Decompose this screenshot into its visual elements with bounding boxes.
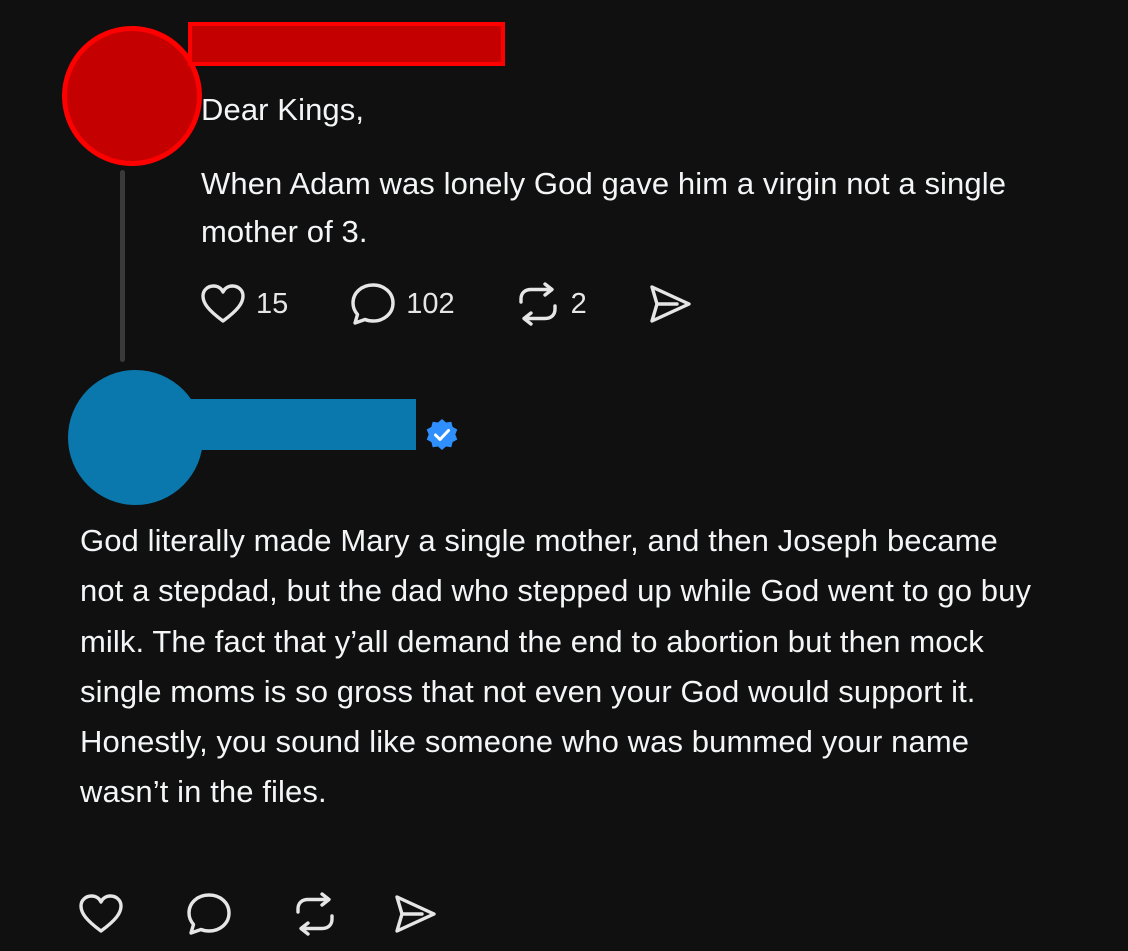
like-count: 15 <box>256 287 289 320</box>
reply-button[interactable]: 102 <box>350 282 455 326</box>
reply-text: God literally made Mary a single mother,… <box>80 523 1032 810</box>
post-body: When Adam was lonely God gave him a virg… <box>201 166 1007 249</box>
post-greeting: Dear Kings, <box>201 92 365 127</box>
comment-bubble-icon <box>187 893 231 935</box>
thread-connector-line <box>120 170 125 362</box>
reply-button[interactable] <box>186 892 232 936</box>
username-redacted[interactable] <box>190 399 416 450</box>
like-button[interactable]: 15 <box>200 283 288 325</box>
reply-count: 102 <box>406 287 455 320</box>
repost-arrows-icon <box>296 892 334 936</box>
comment-bubble-icon <box>351 283 395 325</box>
repost-arrows-icon <box>518 282 557 326</box>
repost-button[interactable] <box>292 892 338 936</box>
share-button[interactable] <box>647 283 693 325</box>
repost-button[interactable]: 2 <box>515 282 587 326</box>
heart-icon <box>79 894 123 933</box>
share-button[interactable] <box>392 893 438 935</box>
like-button[interactable] <box>78 893 124 935</box>
reply-actions <box>78 888 438 940</box>
username-redacted[interactable] <box>188 22 505 66</box>
send-icon <box>650 285 691 323</box>
post-actions: 15 102 2 <box>200 280 693 328</box>
avatar-redacted[interactable] <box>62 26 202 166</box>
send-icon <box>395 895 436 933</box>
post-text: Dear Kings, When Adam was lonely God gav… <box>201 86 1081 256</box>
repost-count: 2 <box>570 287 587 320</box>
verified-badge-icon <box>426 419 458 450</box>
avatar-redacted[interactable] <box>68 370 203 505</box>
heart-icon <box>201 284 245 323</box>
